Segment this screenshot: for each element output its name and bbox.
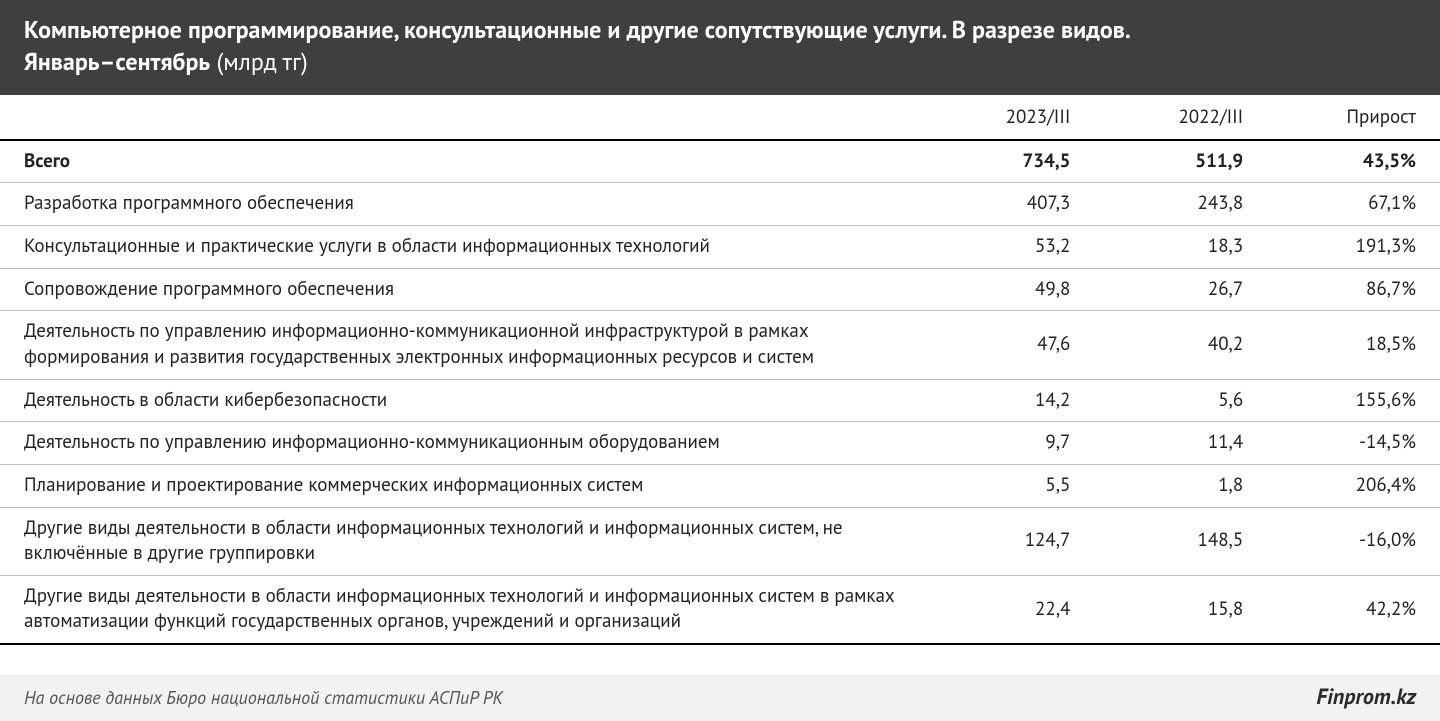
table-wrap: 2023/III 2022/III Прирост Всего 734,5 51… [0,95,1440,675]
row-2022: 26,7 [1094,268,1267,311]
row-label: Другие виды деятельности в области инфор… [0,575,922,644]
col-header-2023: 2023/III [922,95,1095,140]
table-row: Разработка программного обеспечения407,3… [0,183,1440,226]
row-growth: 155,6% [1267,379,1440,422]
table-row: Планирование и проектирование коммерческ… [0,464,1440,507]
row-2023: 5,5 [922,464,1095,507]
col-header-label [0,95,922,140]
row-2022: 148,5 [1094,507,1267,575]
table-row: Деятельность в области кибербезопасности… [0,379,1440,422]
report-container: Компьютерное программирование, консульта… [0,0,1440,721]
row-2022: 5,6 [1094,379,1267,422]
data-table: 2023/III 2022/III Прирост Всего 734,5 51… [0,95,1440,645]
row-2023: 124,7 [922,507,1095,575]
table-row: Другие виды деятельности в области инфор… [0,507,1440,575]
row-2023: 14,2 [922,379,1095,422]
row-label: Сопровождение программного обеспечения [0,268,922,311]
row-2022: 18,3 [1094,226,1267,269]
row-label: Другие виды деятельности в области инфор… [0,507,922,575]
total-2023: 734,5 [922,140,1095,183]
table-row: Другие виды деятельности в области инфор… [0,575,1440,644]
row-growth: 86,7% [1267,268,1440,311]
col-header-2022: 2022/III [1094,95,1267,140]
table-row: Консультационные и практические услуги в… [0,226,1440,269]
row-2023: 407,3 [922,183,1095,226]
table-body: Всего 734,5 511,9 43,5% Разработка прогр… [0,140,1440,644]
row-label: Планирование и проектирование коммерческ… [0,464,922,507]
row-growth: 18,5% [1267,311,1440,379]
title-line1: Компьютерное программирование, консульта… [24,14,1131,45]
row-growth: -16,0% [1267,507,1440,575]
row-2023: 9,7 [922,422,1095,465]
row-growth: 42,2% [1267,575,1440,644]
footer-source: На основе данных Бюро национальной стати… [24,686,503,709]
row-growth: 67,1% [1267,183,1440,226]
row-label: Деятельность в области кибербезопасности [0,379,922,422]
row-2022: 40,2 [1094,311,1267,379]
title-bar: Компьютерное программирование, консульта… [0,0,1440,95]
total-2022: 511,9 [1094,140,1267,183]
footer: На основе данных Бюро национальной стати… [0,675,1440,721]
row-2023: 22,4 [922,575,1095,644]
total-label: Всего [0,140,922,183]
table-header-row: 2023/III 2022/III Прирост [0,95,1440,140]
row-2022: 1,8 [1094,464,1267,507]
row-growth: -14,5% [1267,422,1440,465]
table-row: Деятельность по управлению информационно… [0,422,1440,465]
table-row: Деятельность по управлению информационно… [0,311,1440,379]
row-label: Деятельность по управлению информационно… [0,311,922,379]
row-label: Разработка программного обеспечения [0,183,922,226]
row-label: Консультационные и практические услуги в… [0,226,922,269]
row-2022: 243,8 [1094,183,1267,226]
footer-brand: Finprom.kz [1316,683,1416,711]
row-2022: 15,8 [1094,575,1267,644]
row-growth: 191,3% [1267,226,1440,269]
title-line2: Январь–сентябрь [24,46,210,77]
title-unit: (млрд тг) [210,46,308,77]
row-2023: 49,8 [922,268,1095,311]
row-2022: 11,4 [1094,422,1267,465]
table-total-row: Всего 734,5 511,9 43,5% [0,140,1440,183]
col-header-growth: Прирост [1267,95,1440,140]
row-growth: 206,4% [1267,464,1440,507]
row-2023: 47,6 [922,311,1095,379]
row-label: Деятельность по управлению информационно… [0,422,922,465]
row-2023: 53,2 [922,226,1095,269]
total-growth: 43,5% [1267,140,1440,183]
table-row: Сопровождение программного обеспечения49… [0,268,1440,311]
